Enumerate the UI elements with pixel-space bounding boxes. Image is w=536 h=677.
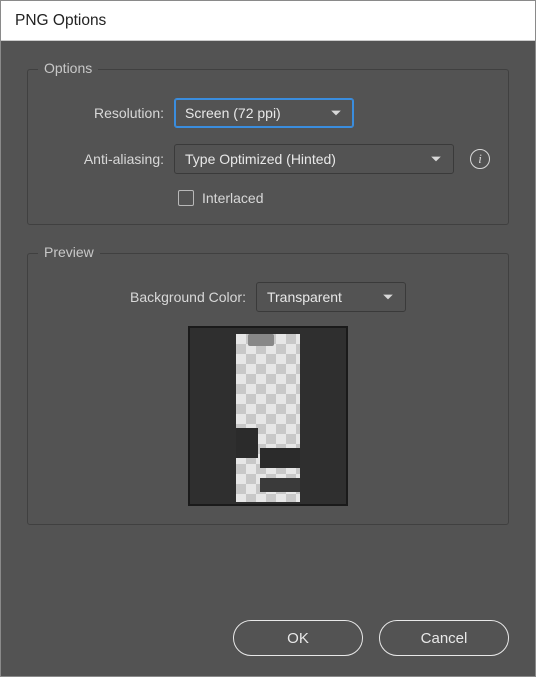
interlaced-label: Interlaced (202, 190, 263, 206)
resolution-label: Resolution: (46, 105, 164, 121)
resolution-value: Screen (72 ppi) (185, 105, 281, 121)
resolution-select[interactable]: Screen (72 ppi) (174, 98, 354, 128)
window-title: PNG Options (15, 12, 106, 30)
interlaced-row: Interlaced (178, 190, 490, 206)
titlebar: PNG Options (1, 1, 535, 41)
options-group: Options Resolution: Screen (72 ppi) Anti… (27, 69, 509, 225)
chevron-down-icon (429, 152, 443, 166)
antialias-row: Anti-aliasing: Type Optimized (Hinted) i (46, 144, 490, 174)
chevron-down-icon (381, 290, 395, 304)
dialog-buttons: OK Cancel (27, 606, 509, 656)
options-legend: Options (38, 60, 98, 76)
antialias-label: Anti-aliasing: (46, 151, 164, 167)
preview-legend: Preview (38, 244, 100, 260)
info-icon[interactable]: i (470, 149, 490, 169)
antialias-select[interactable]: Type Optimized (Hinted) (174, 144, 454, 174)
png-options-dialog: PNG Options Options Resolution: Screen (… (0, 0, 536, 677)
background-color-row: Background Color: Transparent (46, 282, 490, 312)
resolution-row: Resolution: Screen (72 ppi) (46, 98, 490, 128)
background-color-label: Background Color: (130, 289, 246, 305)
chevron-down-icon (329, 106, 343, 120)
background-color-select[interactable]: Transparent (256, 282, 406, 312)
preview-group: Preview Background Color: Transparent (27, 253, 509, 525)
antialias-value: Type Optimized (Hinted) (185, 151, 336, 167)
interlaced-checkbox[interactable] (178, 190, 194, 206)
dialog-content: Options Resolution: Screen (72 ppi) Anti… (1, 41, 535, 676)
background-color-value: Transparent (267, 289, 342, 305)
preview-thumbnail (188, 326, 348, 506)
ok-button[interactable]: OK (233, 620, 363, 656)
cancel-button[interactable]: Cancel (379, 620, 509, 656)
